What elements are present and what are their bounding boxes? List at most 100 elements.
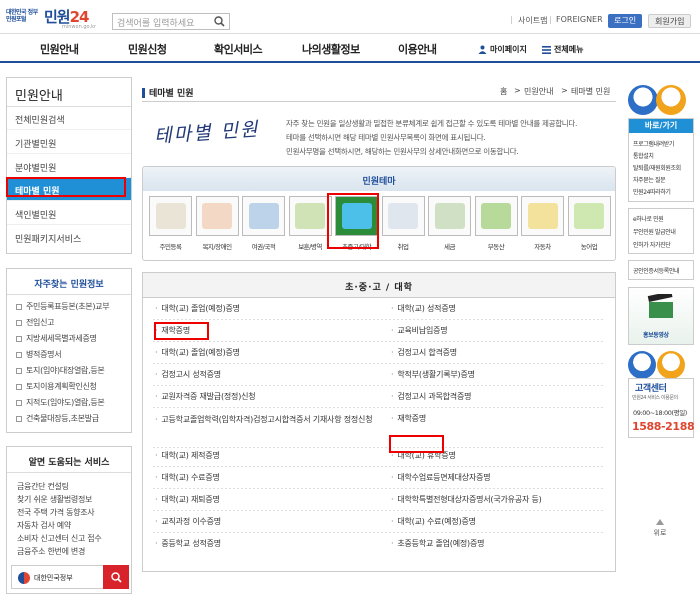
helpful-item[interactable]: 금융주소 한번에 변경: [17, 546, 85, 557]
theme-tile-1[interactable]: [149, 196, 192, 236]
category-item[interactable]: 대학수업료등면제대상자증명: [391, 472, 490, 483]
gnb-item-guide[interactable]: 민원안내: [40, 41, 79, 57]
foreigner-link[interactable]: FOREIGNER: [556, 15, 603, 24]
promo-video-panel[interactable]: 홍보동영상: [628, 287, 694, 345]
theme-tile-8[interactable]: [474, 196, 518, 236]
category-item[interactable]: 검정고시 합격증명: [391, 347, 457, 358]
category-item[interactable]: 교직과정 이수증명: [155, 516, 221, 527]
mascot-blue-icon: [628, 351, 656, 379]
helpful-services-panel: 알면 도움되는 서비스 금융간단 컨설팅 찾기 쉬운 생활법령정보 전국 주택 …: [6, 446, 132, 594]
person-icon: [478, 45, 487, 54]
search-icon[interactable]: [210, 14, 228, 29]
gnb-item-verify[interactable]: 확인서비스: [214, 41, 263, 57]
theme-tile-label: 농어업: [580, 243, 598, 251]
theme-tile-label: 주민등록: [159, 243, 182, 251]
theme-selector: 민원테마 주민등록 복지/장애인 여권/국적 보훈/병역 초중고/대학 취업 세금 부동산 자동…: [142, 166, 616, 261]
category-item[interactable]: 고등학교졸업학력(입학자격)검정고시합격증서 기재사항 정정신청: [155, 413, 375, 426]
frequent-item[interactable]: 지적도(임야도)열람,등본: [16, 397, 105, 408]
breadcrumb-separator: >: [561, 86, 568, 95]
gov-portal-emblem: 대한민국 정부민원포털: [6, 9, 38, 23]
theme-tile-2[interactable]: [195, 196, 239, 236]
gnb-item-usage[interactable]: 이용안내: [398, 41, 437, 57]
helpful-item[interactable]: 찾기 쉬운 생활법령정보: [17, 494, 92, 505]
sitemap-link[interactable]: 사이트맵: [518, 15, 547, 26]
theme-tile-6[interactable]: [381, 196, 425, 236]
helpful-item[interactable]: 전국 주택 가격 동향조사: [17, 507, 95, 518]
category-item[interactable]: 교원자격증 재발급(정정)신청: [155, 391, 255, 402]
theme-calligraphy: 테마별 민원: [153, 118, 261, 148]
category-item[interactable]: 대학학특별전형대상자증명서(국가유공자 등): [391, 494, 541, 505]
frequent-title: 자주찾는 민원정보: [7, 269, 131, 295]
breadcrumb-guide[interactable]: 민원안내: [524, 86, 553, 97]
frequent-item[interactable]: 지방세세목별과세증명: [16, 333, 97, 344]
service-link[interactable]: e하나로 민원: [633, 214, 664, 223]
category-item[interactable]: 재학증명: [391, 413, 426, 424]
theme-tile-3[interactable]: [242, 196, 285, 236]
theme-tile-label: 취업: [397, 243, 409, 251]
breadcrumb-home[interactable]: 홈: [500, 86, 507, 97]
mascot-orange-icon: [656, 85, 686, 115]
quick-link[interactable]: 민원24따라하기: [633, 187, 671, 196]
sidebar-item-all-search[interactable]: 전체민원검색: [7, 107, 131, 130]
search-icon[interactable]: [103, 565, 129, 589]
category-item[interactable]: 대학(교) 수료(예정)증명: [391, 516, 476, 527]
quick-link[interactable]: 자주묻는 질문: [633, 175, 666, 184]
frequent-item[interactable]: 건축물대장등,초본발급: [16, 413, 99, 424]
menu-icon: [542, 45, 551, 54]
category-item[interactable]: 대학(교) 수료증명: [155, 472, 220, 483]
sidebar-item-package[interactable]: 민원패키지서비스: [7, 226, 131, 249]
mypage-link[interactable]: 마이페이지: [478, 44, 527, 55]
sidebar-item-by-field[interactable]: 분야별민원: [7, 155, 131, 178]
category-item[interactable]: 중등학교 성적증명: [155, 538, 221, 549]
category-item[interactable]: 초중등학교 졸업(예정)증명: [391, 538, 484, 549]
sidebar-item-by-index[interactable]: 색인별민원: [7, 202, 131, 225]
gnb-item-life-info[interactable]: 나의생활정보: [302, 41, 360, 57]
theme-tile-9[interactable]: [521, 196, 564, 236]
login-button[interactable]: 로그인: [608, 14, 643, 28]
frequent-item[interactable]: 병적증명서: [16, 349, 62, 360]
cert-guide-link[interactable]: 공인인증서등록안내: [633, 266, 679, 275]
scroll-top-button[interactable]: 위로: [650, 518, 670, 538]
category-item[interactable]: 대학(교) 성적증명: [391, 303, 456, 314]
frequent-item[interactable]: 주민등록표등본(초본)교부: [16, 301, 110, 312]
welfare-icon: [202, 203, 232, 229]
helpful-item[interactable]: 자동차 검사 예약: [17, 520, 71, 531]
theme-tile-4[interactable]: [288, 196, 332, 236]
category-item[interactable]: 대학(교) 졸업(예정)증명: [155, 347, 240, 358]
category-item[interactable]: 교육비납입증명: [391, 325, 447, 336]
cert-guide-panel: 공인인증서등록안내: [628, 260, 694, 280]
laptop-icon: [388, 203, 418, 229]
category-item[interactable]: 대학(교) 재퇴증명: [155, 494, 220, 505]
theme-tile-label: 자동차: [534, 243, 551, 251]
service-link[interactable]: 인허가 자가진단: [633, 240, 671, 249]
gov-search-box[interactable]: 대한민국정부: [11, 565, 129, 589]
sidebar-item-by-agency[interactable]: 기관별민원: [7, 131, 131, 154]
quick-link[interactable]: 통합설치: [633, 151, 654, 160]
util-separator: |: [549, 15, 552, 24]
helpful-item[interactable]: 금융간단 컨설팅: [17, 481, 69, 492]
customer-center-panel: 고객센터 민원24 서비스 이용문의 09:00~18:00(평일) 1588-…: [628, 378, 695, 438]
category-item[interactable]: 검정고시 성적증명: [155, 369, 221, 380]
service-link[interactable]: 무인민원 발급안내: [633, 227, 676, 236]
theme-tile-7[interactable]: [428, 196, 471, 236]
helpful-item[interactable]: 소비자 신고센터 신고 접수: [17, 533, 102, 544]
quick-link[interactable]: 탈퇴를/재원회원조회: [633, 163, 681, 172]
logo-subtitle: minwon.go.kr: [62, 24, 97, 30]
category-item[interactable]: 대학(교) 제적증명: [155, 450, 220, 461]
all-menu-button[interactable]: 전체메뉴: [542, 44, 583, 55]
top-header: 대한민국 정부민원포털 민원24 minwon.go.kr 검색어를 입력하세요…: [0, 0, 700, 33]
row-divider: [153, 447, 605, 448]
theme-tile-10[interactable]: [567, 196, 611, 236]
category-item[interactable]: 학적부(생활기록부)증명: [391, 369, 475, 380]
sidebar-nav: 민원안내 전체민원검색 기관별민원 분야별민원 테마별 민원 색인별민원 민원패…: [6, 77, 132, 254]
frequent-item[interactable]: 전입신고: [16, 317, 55, 328]
row-divider: [153, 488, 605, 489]
frequent-item[interactable]: 토지이용계획확인신청: [16, 381, 97, 392]
category-item[interactable]: 대학(교) 졸업(예정)증명: [155, 303, 240, 314]
highlight-box: [154, 322, 209, 340]
join-button[interactable]: 회원가입: [648, 14, 692, 28]
quick-link[interactable]: 프로그램내려받기: [633, 139, 674, 148]
frequent-item[interactable]: 토지(임야)대장열람,등본: [16, 365, 105, 376]
gnb-item-apply[interactable]: 민원신청: [128, 41, 167, 57]
category-item[interactable]: 검정고시 과목합격증명: [391, 391, 471, 402]
